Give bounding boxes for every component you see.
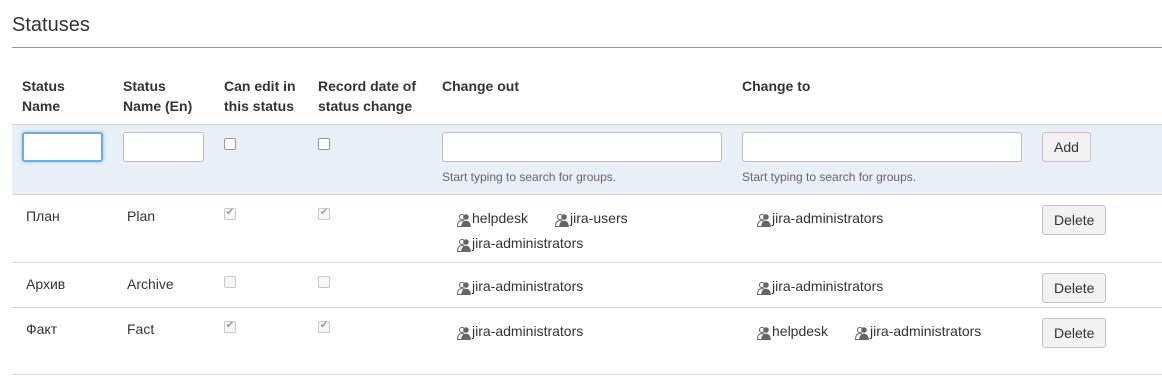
- status-name: Архив: [26, 276, 66, 292]
- header-actions: [1032, 67, 1162, 125]
- statuses-table: Status Name Status Name (En) Can edit in…: [12, 67, 1162, 375]
- user-group-icon: [456, 325, 472, 341]
- group-tag: jira-administrators: [756, 274, 883, 296]
- group-name: jira-administrators: [772, 210, 884, 226]
- table-row: Факт Fact ✔ ✔ jira-administrators helpdesk jir…: [12, 307, 1162, 375]
- group-name: jira-administrators: [472, 278, 584, 294]
- record-date-checkbox: [318, 276, 330, 288]
- change-to-hint: Start typing to search for groups.: [742, 170, 917, 184]
- group-tag: jira-administrators: [456, 319, 583, 341]
- group-tag: jira-administrators: [456, 274, 583, 296]
- group-tag: jira-administrators: [756, 206, 883, 228]
- user-group-icon: [554, 212, 570, 228]
- add-button[interactable]: Add: [1042, 132, 1091, 162]
- status-name-en: Archive: [127, 276, 174, 292]
- check-mark-icon: ✔: [319, 207, 329, 218]
- group-name: jira-users: [570, 210, 628, 226]
- table-row: Архив Archive jira-administrators jira-admi…: [12, 262, 1162, 308]
- user-group-icon: [456, 280, 472, 296]
- group-name: jira-administrators: [772, 278, 884, 294]
- header-change-out: Change out: [442, 78, 519, 94]
- change-to-groups: helpdesk jira-administrators: [742, 308, 1022, 344]
- user-group-icon: [456, 237, 472, 253]
- change-out-groups: jira-administrators: [442, 308, 722, 344]
- group-name: jira-administrators: [870, 323, 982, 339]
- record-date-checkbox: ✔: [318, 207, 330, 220]
- delete-button[interactable]: Delete: [1042, 273, 1107, 303]
- header-record-date: Record date of status change: [318, 78, 417, 114]
- statuses-page: Statuses Status Name Status Name (En) Ca…: [0, 0, 1162, 387]
- title-divider: [12, 47, 1162, 48]
- new-change-to-input[interactable]: [742, 132, 1022, 162]
- group-tag: jira-administrators: [854, 319, 981, 341]
- new-status-name-input[interactable]: [22, 132, 103, 162]
- group-tag: jira-administrators: [456, 231, 583, 253]
- status-name: План: [26, 208, 60, 224]
- new-change-out-input[interactable]: [442, 132, 722, 162]
- user-group-icon: [756, 280, 772, 296]
- group-name: helpdesk: [772, 323, 829, 339]
- change-to-groups: jira-administrators: [742, 195, 1022, 231]
- check-mark-icon: ✔: [225, 320, 235, 331]
- group-name: jira-administrators: [472, 235, 584, 251]
- user-group-icon: [456, 212, 472, 228]
- add-status-row: Start typing to search for groups. Start…: [12, 124, 1162, 195]
- can-edit-checkbox: ✔: [224, 207, 236, 220]
- group-name: helpdesk: [472, 210, 529, 226]
- delete-button[interactable]: Delete: [1042, 318, 1107, 348]
- group-tag: helpdesk: [756, 319, 828, 341]
- new-record-date-checkbox[interactable]: [318, 138, 330, 150]
- check-mark-icon: ✔: [225, 207, 235, 218]
- can-edit-checkbox: ✔: [224, 320, 236, 333]
- change-out-groups: jira-administrators: [442, 263, 722, 299]
- status-name-en: Plan: [127, 208, 156, 224]
- header-status-name-en: Status Name (En): [123, 78, 193, 114]
- table-row: План Plan ✔ ✔ helpdesk jira-users jira-adminis…: [12, 194, 1162, 263]
- header-can-edit: Can edit in this status: [224, 78, 296, 114]
- status-name: Факт: [26, 321, 58, 337]
- new-status-name-en-input[interactable]: [123, 132, 204, 162]
- user-group-icon: [756, 212, 772, 228]
- delete-button[interactable]: Delete: [1042, 205, 1107, 235]
- change-out-groups: helpdesk jira-users jira-administrators: [442, 195, 722, 256]
- group-tag: jira-users: [554, 206, 628, 228]
- check-mark-icon: ✔: [319, 320, 329, 331]
- table-header-row: Status Name Status Name (En) Can edit in…: [12, 67, 1162, 125]
- can-edit-checkbox: [224, 276, 236, 288]
- new-can-edit-checkbox[interactable]: [224, 138, 236, 150]
- status-name-en: Fact: [127, 321, 155, 337]
- group-tag: helpdesk: [456, 206, 528, 228]
- user-group-icon: [854, 325, 870, 341]
- user-group-icon: [756, 325, 772, 341]
- page-title: Statuses: [12, 14, 90, 36]
- group-name: jira-administrators: [472, 323, 584, 339]
- change-out-hint: Start typing to search for groups.: [442, 170, 617, 184]
- record-date-checkbox: ✔: [318, 320, 330, 333]
- change-to-groups: jira-administrators: [742, 263, 1022, 299]
- header-change-to: Change to: [742, 78, 811, 94]
- header-status-name: Status Name: [22, 78, 65, 114]
